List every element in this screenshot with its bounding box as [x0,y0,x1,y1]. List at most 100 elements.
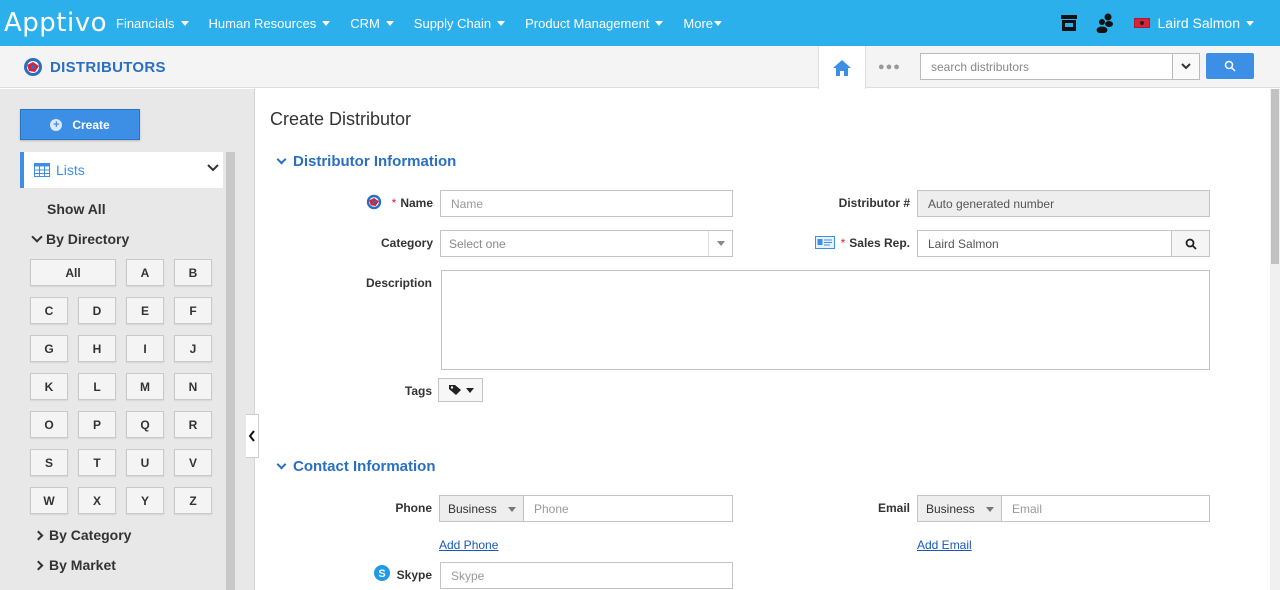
sales-rep-label-text: Sales Rep. [849,236,910,250]
directory-letter-button[interactable]: O [30,411,68,438]
section-title: Contact Information [293,458,436,475]
phone-type-value: Business [448,501,497,516]
search-input[interactable] [921,54,1173,79]
by-directory-toggle[interactable]: By Directory [31,231,130,247]
skype-input[interactable] [440,562,733,589]
home-button[interactable] [818,46,866,89]
email-input[interactable] [1001,495,1210,522]
user-name: Laird Salmon [1157,15,1241,31]
email-label: Email [877,501,910,515]
directory-letter-button[interactable]: V [174,449,212,476]
directory-letter-button[interactable]: N [174,373,212,400]
directory-letter-button[interactable]: W [30,487,68,514]
scrollbar-thumb[interactable] [1271,89,1279,264]
sales-rep-label: * Sales Rep. [836,236,910,250]
menu-product-management[interactable]: Product Management [525,16,664,31]
directory-letter-button[interactable]: F [174,297,212,324]
category-select[interactable]: Select one [440,230,733,257]
menu-label: Supply Chain [413,15,492,31]
directory-letter-button[interactable]: Q [126,411,164,438]
people-icon[interactable] [1096,13,1114,33]
directory-letter-button[interactable]: G [30,335,68,362]
apptivo-logo[interactable]: Apptivo [4,8,107,38]
lists-toggle[interactable]: Lists [20,152,223,188]
name-input[interactable] [440,190,733,217]
collapse-sidebar-button[interactable] [246,414,259,458]
caret-down-icon [986,507,994,512]
directory-letter-button[interactable]: E [126,297,164,324]
table-icon [34,163,50,177]
sidebar-scrollbar[interactable] [226,152,235,590]
search-icon [1224,60,1236,72]
user-menu[interactable]: Laird Salmon [1157,15,1254,31]
directory-letter-button[interactable]: S [30,449,68,476]
caret-down-icon [180,20,189,26]
main-scrollbar[interactable] [1270,89,1280,590]
directory-letter-button[interactable]: M [126,373,164,400]
caret-down-icon [508,507,516,512]
page-title: Create Distributor [270,109,412,129]
directory-letter-button[interactable]: B [174,259,212,286]
directory-letter-button[interactable]: K [30,373,68,400]
caret-down-icon [716,241,725,246]
phone-label: Phone [395,501,432,515]
more-options-icon[interactable]: ●●● [878,61,901,73]
menu-financials[interactable]: Financials [116,16,189,31]
add-email-link[interactable]: Add Email [917,538,972,552]
store-icon[interactable] [1060,15,1078,31]
directory-letter-button[interactable]: P [78,411,116,438]
directory-letter-button[interactable]: R [174,411,212,438]
contact-card-icon [815,236,835,249]
sales-rep-search-button[interactable] [1171,230,1210,257]
menu-more[interactable]: More [683,16,723,31]
section-title: Distributor Information [293,153,457,170]
distributor-number-field [917,190,1210,217]
section-contact-information[interactable]: Contact Information [276,458,436,475]
top-right-tools: Laird Salmon [1060,0,1254,46]
skype-label: Skype [396,568,432,582]
directory-letter-button[interactable]: C [30,297,68,324]
skype-icon: S [374,565,390,581]
caret-down-icon [655,20,664,26]
by-directory-label: By Directory [46,231,130,247]
directory-letter-button[interactable]: T [78,449,116,476]
search-box [920,53,1200,80]
directory-letter-button[interactable]: X [78,487,116,514]
directory-letter-button[interactable]: U [126,449,164,476]
directory-letter-button[interactable]: I [126,335,164,362]
required-marker: * [391,196,397,210]
directory-letter-button[interactable]: J [174,335,212,362]
svg-text:S: S [378,568,385,580]
search-button[interactable] [1206,53,1254,79]
name-label: * Name [388,196,433,210]
app-title: DISTRIBUTORS [22,57,166,77]
directory-letter-button[interactable]: H [78,335,116,362]
chevron-down-icon [1181,63,1191,70]
create-button[interactable]: + Create [20,109,140,140]
add-phone-link[interactable]: Add Phone [439,538,498,552]
directory-letter-button[interactable]: L [78,373,116,400]
phone-type-select[interactable]: Business [439,495,524,522]
directory-letter-button[interactable]: A [126,259,164,286]
by-category-toggle[interactable]: By Category [33,527,131,543]
sales-rep-input[interactable] [917,230,1173,257]
phone-input[interactable] [523,495,733,522]
show-all-link[interactable]: Show All [47,201,106,217]
name-label-text: Name [400,196,433,210]
by-market-toggle[interactable]: By Market [33,557,116,573]
directory-letter-button[interactable]: Y [126,487,164,514]
tags-button[interactable] [438,378,483,402]
section-distributor-information[interactable]: Distributor Information [276,153,457,170]
chevron-right-icon [33,530,44,540]
category-select-value: Select one [449,236,506,251]
directory-letter-button[interactable]: D [78,297,116,324]
directory-letter-button[interactable]: Z [174,487,212,514]
menu-crm[interactable]: CRM [350,16,394,31]
search-dropdown[interactable] [1172,54,1199,79]
description-textarea[interactable] [441,270,1210,370]
email-type-select[interactable]: Business [917,495,1002,522]
directory-all-button[interactable]: All [30,259,116,286]
menu-supply-chain[interactable]: Supply Chain [413,15,506,31]
caret-down-icon [385,20,394,26]
menu-human-resources[interactable]: Human Resources [209,16,331,31]
